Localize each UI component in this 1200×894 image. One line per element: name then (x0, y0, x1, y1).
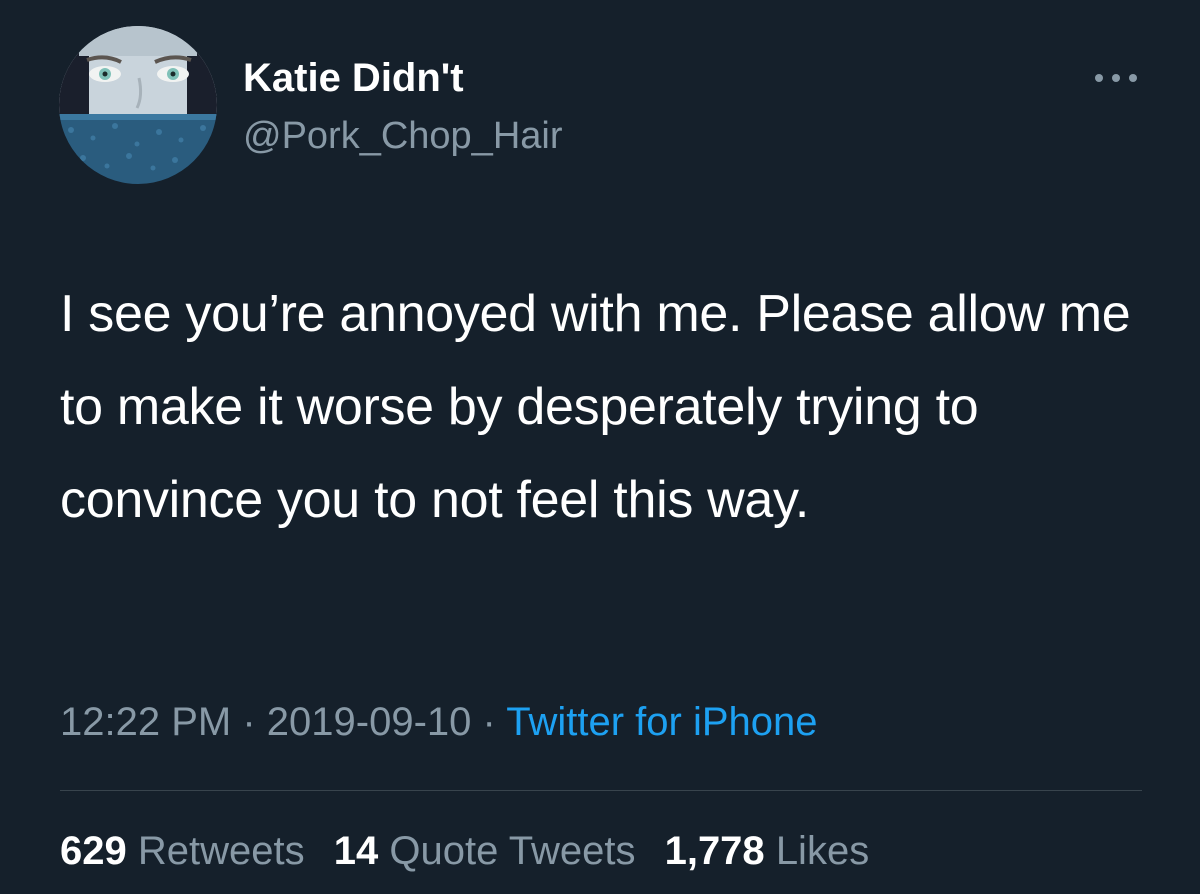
avatar[interactable] (59, 26, 217, 184)
author-display-name[interactable]: Katie Didn't (243, 56, 464, 100)
more-options-button[interactable] (1088, 60, 1144, 96)
likes-stat[interactable]: 1,778 Likes (665, 829, 870, 873)
tweet-source-link[interactable]: Twitter for iPhone (506, 700, 817, 744)
quote-tweets-label: Quote Tweets (389, 829, 636, 873)
meta-separator: · (242, 700, 256, 744)
retweets-stat[interactable]: 629 Retweets (60, 829, 305, 873)
tweet-stats: 629 Retweets 14 Quote Tweets 1,778 Likes (60, 826, 887, 876)
quote-tweets-count: 14 (333, 829, 379, 873)
tweet-detail: Katie Didn't @Pork_Chop_Hair I see you’r… (0, 0, 1200, 894)
retweets-count: 629 (60, 829, 127, 873)
retweets-label: Retweets (137, 829, 305, 873)
divider (60, 790, 1142, 791)
more-horizontal-icon (1095, 74, 1137, 82)
meta-separator: · (482, 700, 496, 744)
likes-label: Likes (775, 829, 870, 873)
likes-count: 1,778 (664, 829, 765, 873)
avatar-photo (59, 26, 217, 184)
tweet-text: I see you’re annoyed with me. Please all… (60, 285, 1131, 529)
author-handle[interactable]: @Pork_Chop_Hair (243, 114, 563, 158)
tweet-date[interactable]: 2019-09-10 (267, 700, 472, 744)
quote-tweets-stat[interactable]: 14 Quote Tweets (334, 829, 636, 873)
tweet-metadata: 12:22 PM · 2019-09-10 · Twitter for iPho… (60, 697, 818, 747)
tweet-time[interactable]: 12:22 PM (60, 700, 231, 744)
